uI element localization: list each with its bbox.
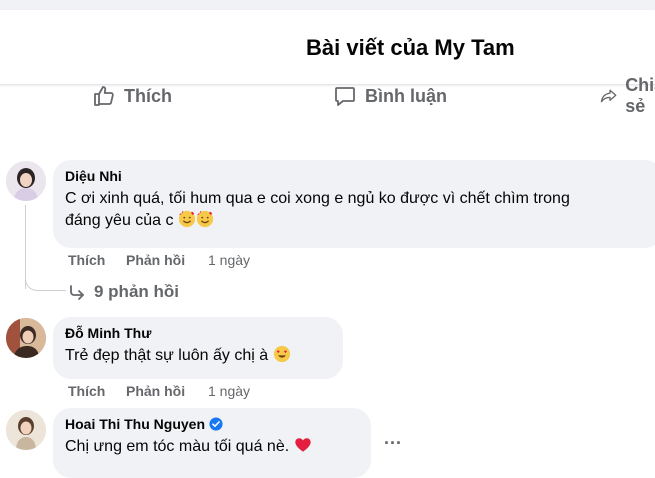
share-arrow-icon bbox=[600, 89, 617, 103]
comment-time[interactable]: 1 ngày bbox=[208, 383, 250, 399]
comment-text-line-2: đáng yêu của c bbox=[65, 210, 651, 232]
comment-options-button[interactable]: ... bbox=[384, 428, 402, 449]
avatar[interactable] bbox=[6, 161, 46, 201]
view-replies-link[interactable]: 9 phản hồi bbox=[68, 282, 179, 302]
smiling-face-with-hearts-icon bbox=[178, 210, 196, 228]
thumbs-up-icon bbox=[94, 86, 114, 106]
comment-bubble: Đỗ Minh Thư Trẻ đẹp thật sự luôn ấy chị … bbox=[53, 317, 343, 379]
comment-text-line-2-label: đáng yêu của c bbox=[65, 212, 174, 229]
page-title: Bài viết của My Tam bbox=[306, 35, 515, 60]
share-button[interactable]: Chia sẻ bbox=[600, 75, 655, 116]
speech-bubble-icon bbox=[335, 87, 355, 106]
post-header: Bài viết của My Tam bbox=[0, 10, 655, 85]
thread-connector bbox=[25, 258, 66, 291]
reply-arrow-icon bbox=[70, 285, 84, 300]
avatar[interactable] bbox=[6, 318, 46, 358]
comment-reply-link[interactable]: Phản hồi bbox=[126, 383, 185, 399]
comment-author[interactable]: Hoai Thi Thu Nguyen bbox=[65, 416, 205, 432]
share-button-label: Chia sẻ bbox=[625, 75, 655, 116]
comment-button-label: Bình luận bbox=[365, 85, 447, 106]
comment-button[interactable]: Bình luận bbox=[333, 84, 447, 108]
comment-author[interactable]: Diệu Nhi bbox=[65, 168, 651, 184]
comment-author[interactable]: Đỗ Minh Thư bbox=[65, 325, 331, 341]
comment-text-label: Trẻ đẹp thật sự luôn ấy chị à bbox=[65, 347, 269, 364]
comment-like-link[interactable]: Thích bbox=[68, 252, 105, 268]
comment-like-link[interactable]: Thích bbox=[68, 383, 105, 399]
comment-text-line-1: C ơi xinh quá, tối hum qua e coi xong e … bbox=[65, 190, 570, 207]
post-action-bar: Thích Bình luận Chia sẻ bbox=[0, 75, 655, 124]
heart-eyes-icon bbox=[273, 345, 290, 363]
comment-bubble: Diệu Nhi C ơi xinh quá, tối hum qua e co… bbox=[53, 160, 655, 248]
red-heart-icon bbox=[294, 438, 311, 452]
like-button-label: Thích bbox=[124, 85, 172, 106]
comment-reply-link[interactable]: Phản hồi bbox=[126, 252, 185, 268]
comment-text-label: Chị ưng em tóc màu tối quá nè. bbox=[65, 438, 290, 455]
comment-text: Trẻ đẹp thật sự luôn ấy chị à bbox=[65, 345, 331, 367]
avatar-image bbox=[6, 410, 46, 450]
avatar-image bbox=[6, 161, 46, 201]
comment-time[interactable]: 1 ngày bbox=[208, 252, 250, 268]
verified-badge-icon bbox=[209, 417, 223, 431]
like-button[interactable]: Thích bbox=[92, 84, 172, 108]
comment-author-row: Hoai Thi Thu Nguyen bbox=[65, 416, 359, 432]
view-replies-label: 9 phản hồi bbox=[94, 282, 179, 301]
comment-text: Chị ưng em tóc màu tối quá nè. bbox=[65, 436, 359, 458]
avatar[interactable] bbox=[6, 410, 46, 450]
avatar-image bbox=[6, 318, 46, 358]
smiling-face-with-hearts-icon bbox=[196, 210, 214, 228]
window-top-strip bbox=[0, 0, 655, 10]
